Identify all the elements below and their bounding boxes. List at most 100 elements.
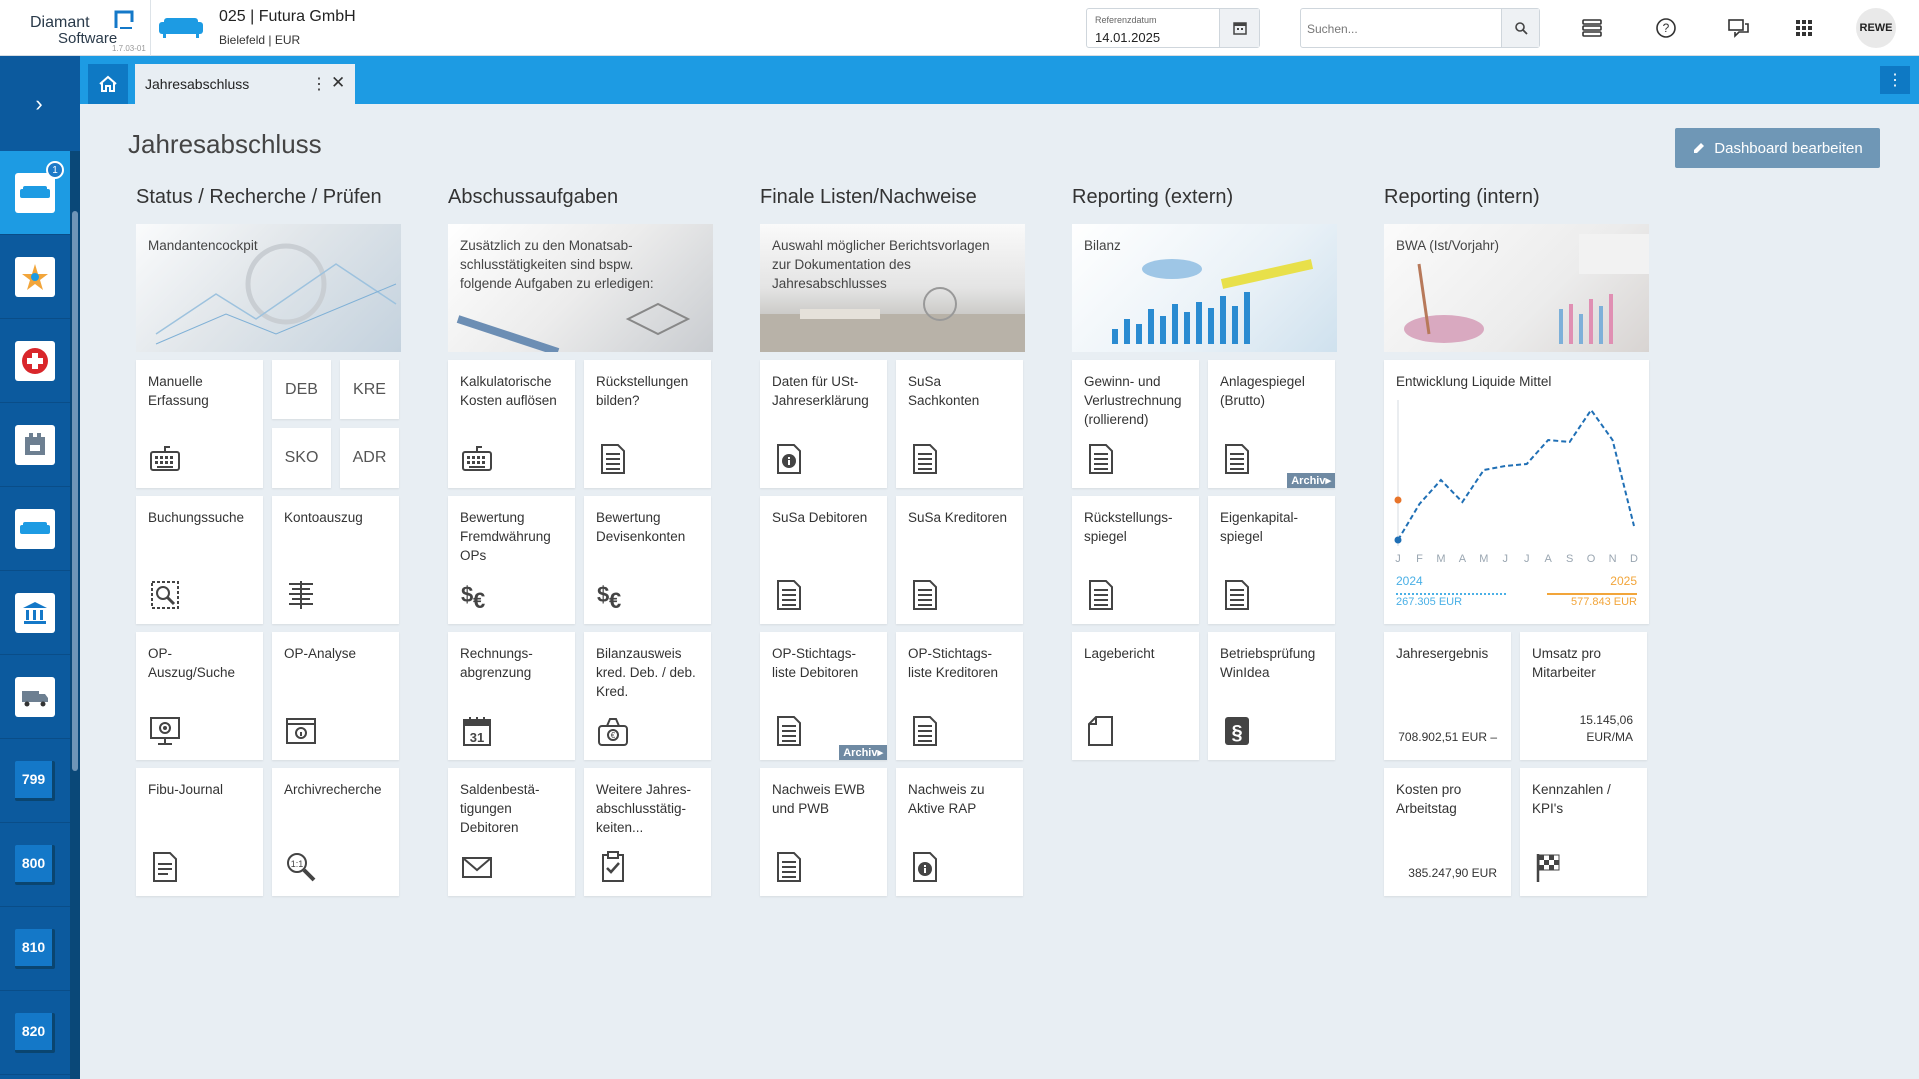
close-icon[interactable]: ✕: [331, 73, 345, 93]
reference-date-value[interactable]: 14.01.2025: [1095, 30, 1160, 45]
svg-text:?: ?: [1663, 21, 1670, 35]
archiv-badge[interactable]: Archiv▸: [1287, 473, 1335, 488]
home-button[interactable]: [88, 64, 128, 104]
filter-settings-icon[interactable]: [1578, 14, 1606, 42]
tile-bewertung-fremdwaehrung[interactable]: Bewertung Fremdwährung OPs $ €: [448, 496, 575, 624]
banner-finale-listen[interactable]: Auswahl möglicher Berichtsvorlagen zur D…: [760, 224, 1025, 352]
sidebar-item-star[interactable]: [0, 235, 70, 319]
tile-nachweis-ewb[interactable]: Nachweis EWB und PWB: [760, 768, 887, 896]
tab-jahresabschluss[interactable]: Jahresabschluss ⋮ ✕: [135, 64, 355, 104]
tile-kontoauszug[interactable]: Kontoauszug: [272, 496, 399, 624]
document-icon: [777, 852, 801, 882]
tile-deb[interactable]: DEB: [272, 360, 331, 419]
sidebar-item-factory[interactable]: [0, 403, 70, 487]
user-avatar[interactable]: REWE: [1856, 8, 1896, 48]
sidebar-item-820[interactable]: 820: [0, 991, 70, 1075]
tile-saldenbestaetigungen[interactable]: Saldenbestä- tigungen Debitoren: [448, 768, 575, 896]
umsatz-value: 15.145,06 EUR/MA: [1579, 713, 1633, 744]
banner-bwa[interactable]: BWA (Ist/Vorjahr): [1384, 224, 1649, 352]
sidebar-item-truck[interactable]: [0, 655, 70, 739]
sidebar-scrollbar[interactable]: [70, 151, 80, 1079]
banner-title: Bilanz: [1084, 238, 1121, 253]
tile-umsatz-mitarbeiter[interactable]: Umsatz pro Mitarbeiter 15.145,06 EUR/MA: [1520, 632, 1647, 760]
tile-rueckstellungsspiegel[interactable]: Rückstellungs- spiegel: [1072, 496, 1199, 624]
logo-text-software: Software: [58, 30, 118, 47]
banner-mandantencockpit[interactable]: Mandantencockpit: [136, 224, 401, 352]
tile-adr[interactable]: ADR: [340, 428, 399, 488]
tile-op-stichtag-debitoren[interactable]: OP-Stichtags- liste Debitoren Archiv▸: [760, 632, 887, 760]
chat-icon[interactable]: [1725, 14, 1753, 42]
tile-label: Betriebsprüfung WinIdea: [1220, 646, 1316, 680]
sidebar-item-810[interactable]: 810: [0, 907, 70, 991]
tile-op-stichtag-kreditoren[interactable]: OP-Stichtags- liste Kreditoren: [896, 632, 1023, 760]
column-title-aufgaben: Abschussaufgaben: [448, 186, 619, 208]
banner-title: Zusätzlich zu den Monatsab- schlusstätig…: [460, 238, 654, 291]
x-tick-label: N: [1609, 553, 1617, 565]
tile-susa-sachkonten[interactable]: SuSa Sachkonten: [896, 360, 1023, 488]
more-options-icon[interactable]: ⋮: [1880, 66, 1910, 94]
magnifier-icon: 1:1: [287, 853, 316, 882]
edit-dashboard-button[interactable]: Dashboard bearbeiten: [1675, 128, 1880, 168]
tile-manuelle-erfassung[interactable]: Manuelle Erfassung: [136, 360, 263, 488]
tile-liquide-mittel-chart[interactable]: Entwicklung Liquide Mittel JFMAMJJASOND …: [1384, 360, 1649, 624]
x-tick-label: M: [1479, 553, 1488, 565]
tile-fibu-journal[interactable]: Fibu-Journal: [136, 768, 263, 896]
tile-rechnungsabgrenzung[interactable]: Rechnungs- abgrenzung 31: [448, 632, 575, 760]
tile-bewertung-devisenkonten[interactable]: Bewertung Devisenkonten $ €: [584, 496, 711, 624]
envelope-icon: [462, 857, 492, 878]
info-window-icon: [286, 718, 316, 744]
tile-lagebericht[interactable]: Lagebericht: [1072, 632, 1199, 760]
company-name[interactable]: 025 | Futura GmbH: [219, 8, 356, 26]
tile-rueckstellungen[interactable]: Rückstellungen bilden?: [584, 360, 711, 488]
tile-ust-daten[interactable]: Daten für USt- Jahreserklärung: [760, 360, 887, 488]
journal-icon: [153, 852, 177, 882]
banner-abschlussaufgaben[interactable]: Zusätzlich zu den Monatsab- schlusstätig…: [448, 224, 713, 352]
apps-grid-icon[interactable]: [1790, 14, 1818, 42]
tile-buchungssuche[interactable]: Buchungssuche: [136, 496, 263, 624]
tile-susa-debitoren[interactable]: SuSa Debitoren: [760, 496, 887, 624]
scrollbar-thumb[interactable]: [72, 211, 78, 771]
help-icon[interactable]: ?: [1652, 14, 1680, 42]
tile-nachweis-rap[interactable]: Nachweis zu Aktive RAP: [896, 768, 1023, 896]
tile-kre[interactable]: KRE: [340, 360, 399, 419]
sidebar-item-799[interactable]: 799: [0, 739, 70, 823]
sidebar-expand-chevron-icon[interactable]: ›: [0, 56, 78, 151]
document-icon: [1225, 580, 1249, 610]
calendar-icon[interactable]: [1219, 9, 1259, 47]
search-box[interactable]: [1300, 8, 1540, 48]
tile-susa-kreditoren[interactable]: SuSa Kreditoren: [896, 496, 1023, 624]
banner-bilanz[interactable]: Bilanz: [1072, 224, 1337, 352]
tile-jahresergebnis[interactable]: Jahresergebnis 708.902,51 EUR –: [1384, 632, 1511, 760]
sidebar-item-sofa[interactable]: [0, 487, 70, 571]
sidebar-item-bank[interactable]: [0, 571, 70, 655]
tile-betriebspruefung[interactable]: Betriebsprüfung WinIdea §: [1208, 632, 1335, 760]
company-800-label: 800: [15, 844, 55, 885]
x-tick-label: J: [1503, 553, 1509, 565]
tile-kosten-arbeitstag[interactable]: Kosten pro Arbeitstag 385.247,90 EUR: [1384, 768, 1511, 896]
tile-kalkulatorische-kosten[interactable]: Kalkulatorische Kosten auflösen: [448, 360, 575, 488]
search-icon[interactable]: [1501, 9, 1539, 47]
tile-archivrecherche[interactable]: Archivrecherche 1:1: [272, 768, 399, 896]
tile-guv[interactable]: Gewinn- und Verlustrechnung (rollierend): [1072, 360, 1199, 488]
archiv-badge[interactable]: Archiv▸: [839, 745, 887, 760]
diamond-logo-icon: [114, 10, 134, 29]
tile-weitere-taetigkeiten[interactable]: Weitere Jahres- abschlusstätig- keiten..…: [584, 768, 711, 896]
sidebar-item-800[interactable]: 800: [0, 823, 70, 907]
tile-label: DEB: [285, 380, 318, 398]
reference-date-field[interactable]: Referenzdatum 14.01.2025: [1086, 8, 1260, 48]
legend-year-2024: 2024: [1396, 574, 1423, 588]
search-input[interactable]: [1307, 18, 1497, 40]
tile-kennzahlen[interactable]: Kennzahlen / KPI's: [1520, 768, 1647, 896]
column-title-finale: Finale Listen/Nachweise: [760, 186, 977, 208]
tile-eigenkapitalspiegel[interactable]: Eigenkapital- spiegel: [1208, 496, 1335, 624]
column-title-reporting-extern: Reporting (extern): [1072, 186, 1234, 208]
tab-menu-icon[interactable]: ⋮: [311, 74, 327, 94]
sidebar-item-medical[interactable]: [0, 319, 70, 403]
tile-bilanzausweis[interactable]: Bilanzausweis kred. Deb. / deb. Kred. €: [584, 632, 711, 760]
sidebar-item-futura[interactable]: 1: [0, 151, 70, 235]
tile-label: OP-Analyse: [284, 646, 357, 661]
tile-op-analyse[interactable]: OP-Analyse: [272, 632, 399, 760]
tile-sko[interactable]: SKO: [272, 428, 331, 488]
tile-anlagespiegel[interactable]: Anlagespiegel (Brutto) Archiv▸: [1208, 360, 1335, 488]
tile-op-auszug[interactable]: OP- Auszug/Suche: [136, 632, 263, 760]
